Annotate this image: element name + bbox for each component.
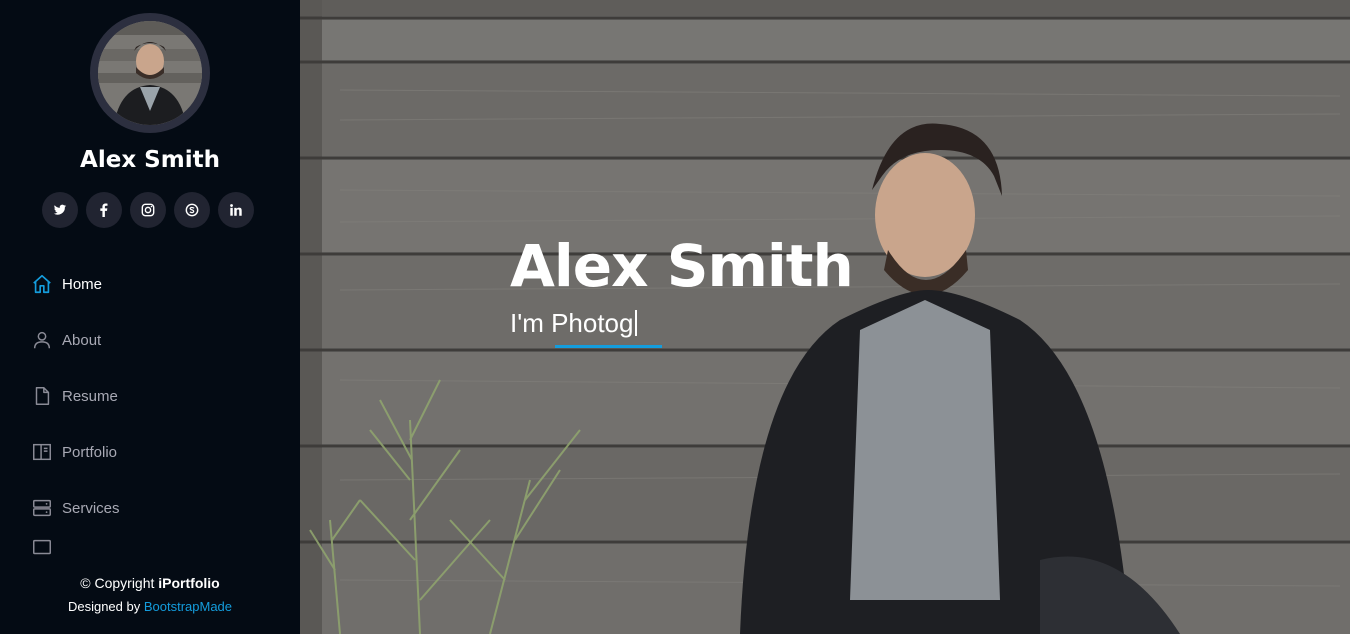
- sidebar-footer: © Copyright iPortfolio Designed by Boots…: [0, 566, 300, 634]
- server-icon: [30, 496, 54, 520]
- skype-link[interactable]: [174, 192, 210, 228]
- copyright: © Copyright iPortfolio: [80, 575, 220, 591]
- facebook-link[interactable]: [86, 192, 122, 228]
- hero-subtitle: I'm Photog: [510, 308, 638, 339]
- home-icon: [30, 272, 54, 296]
- linkedin-link[interactable]: [218, 192, 254, 228]
- sidebar: Alex Smith Home About Resume Portfolio S…: [0, 0, 300, 634]
- sidebar-item-about[interactable]: About: [0, 312, 300, 368]
- skype-icon: [185, 203, 199, 217]
- sidebar-item-label: Home: [62, 275, 103, 293]
- card-icon: [30, 536, 54, 556]
- hero-section: Alex Smith I'm Photog: [300, 0, 1350, 634]
- instagram-link[interactable]: [130, 192, 166, 228]
- typed-underline: [555, 345, 662, 348]
- sidebar-item-resume[interactable]: Resume: [0, 368, 300, 424]
- linkedin-icon: [230, 204, 242, 216]
- credits: Designed by BootstrapMade: [67, 599, 233, 614]
- profile-name: Alex Smith: [80, 147, 220, 173]
- hero-title: Alex Smith: [510, 232, 854, 300]
- social-links: [42, 192, 254, 228]
- avatar: [90, 13, 210, 133]
- typed-text: I'm Photog: [510, 308, 634, 338]
- hero-background-photo: [300, 0, 1350, 634]
- file-icon: [30, 384, 54, 408]
- person-icon: [30, 328, 54, 352]
- twitter-icon: [53, 204, 67, 215]
- book-icon: [30, 440, 54, 464]
- sidebar-item-label: About: [62, 331, 102, 349]
- sidebar-item-label: Services: [62, 499, 120, 517]
- brand-name: iPortfolio: [158, 575, 220, 591]
- facebook-icon: [100, 203, 108, 217]
- twitter-link[interactable]: [42, 192, 78, 228]
- sidebar-item-label: Portfolio: [62, 443, 118, 461]
- sidebar-item-services[interactable]: Services: [0, 480, 300, 536]
- sidebar-item-home[interactable]: Home: [0, 256, 300, 312]
- instagram-icon: [141, 203, 155, 217]
- sidebar-item-portfolio[interactable]: Portfolio: [0, 424, 300, 480]
- profile-photo: [98, 21, 202, 125]
- typing-cursor: [635, 310, 638, 336]
- sidebar-item-label: Resume: [62, 387, 118, 405]
- designer-link[interactable]: BootstrapMade: [144, 599, 232, 614]
- sidebar-item-partial[interactable]: [0, 536, 300, 556]
- sidebar-nav: Home About Resume Portfolio Services: [0, 256, 300, 556]
